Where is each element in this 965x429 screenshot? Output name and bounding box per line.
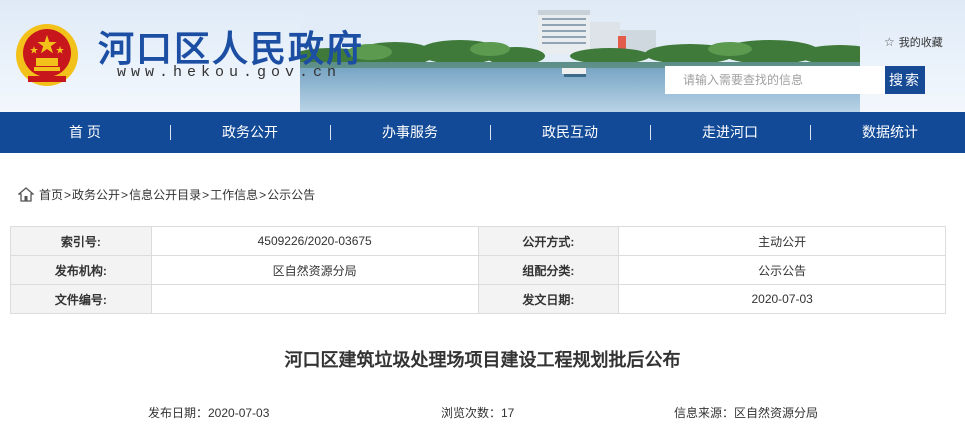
main-nav: 首 页 政务公开 办事服务 政民互动 走进河口 数据统计: [0, 112, 965, 153]
breadcrumb-separator: >: [121, 187, 129, 202]
category-label: 组配分类:: [477, 255, 620, 285]
breadcrumb-info-catalog[interactable]: 信息公开目录: [129, 186, 201, 203]
favorites-label: 我的收藏: [898, 37, 943, 49]
search-button[interactable]: 搜索: [885, 66, 925, 94]
breadcrumb-separator: >: [202, 187, 210, 202]
document-number-label: 文件编号:: [10, 284, 152, 314]
table-row: 发布机构: 区自然资源分局 组配分类: 公示公告: [10, 255, 946, 285]
info-source: 信息来源：区自然资源分局: [674, 406, 819, 420]
location-icon: [18, 186, 34, 202]
issuing-agency-value: 区自然资源分局: [150, 255, 479, 285]
article-title: 河口区建筑垃圾处理场项目建设工程规划批后公布: [284, 350, 681, 371]
nav-item-about-hekou[interactable]: 走进河口: [650, 112, 810, 153]
view-count: 浏览次数：17: [441, 406, 515, 420]
site-header: 河口区人民政府 www.hekou.gov.cn ☆ 我的收藏 搜索: [0, 0, 965, 112]
breadcrumb-home[interactable]: 首页: [39, 186, 63, 203]
national-emblem-logo: [16, 24, 78, 86]
table-row: 文件编号: 发文日期: 2020-07-03: [10, 284, 946, 314]
nav-item-home[interactable]: 首 页: [0, 112, 170, 153]
issue-date-label: 发文日期:: [477, 284, 620, 314]
breadcrumb-notices[interactable]: 公示公告: [267, 186, 315, 203]
breadcrumb: 首页 > 政务公开 > 信息公开目录 > 工作信息 > 公示公告: [18, 186, 315, 203]
nav-item-statistics[interactable]: 数据统计: [810, 112, 965, 153]
site-url: www.hekou.gov.cn: [117, 64, 342, 81]
nav-item-interaction[interactable]: 政民互动: [490, 112, 650, 153]
disclosure-method-value: 主动公开: [618, 226, 946, 256]
banner-scenery-image: [300, 0, 860, 112]
index-number-label: 索引号:: [10, 226, 152, 256]
star-icon: ☆: [884, 35, 895, 49]
nav-item-government-affairs[interactable]: 政务公开: [170, 112, 330, 153]
document-info-table: 索引号: 4509226/2020-03675 公开方式: 主动公开 发布机构:…: [10, 226, 946, 314]
publish-date: 发布日期：2020-07-03: [148, 406, 270, 420]
breadcrumb-separator: >: [259, 187, 267, 202]
nav-item-services[interactable]: 办事服务: [330, 112, 490, 153]
issuing-agency-label: 发布机构:: [10, 255, 152, 285]
issue-date-value: 2020-07-03: [618, 284, 946, 314]
breadcrumb-separator: >: [64, 187, 72, 202]
breadcrumb-work-info[interactable]: 工作信息: [210, 186, 258, 203]
search-input[interactable]: [665, 66, 885, 94]
disclosure-method-label: 公开方式:: [477, 226, 620, 256]
breadcrumb-government-affairs[interactable]: 政务公开: [72, 186, 120, 203]
category-value: 公示公告: [618, 255, 946, 285]
document-number-value: [150, 284, 479, 314]
table-row: 索引号: 4509226/2020-03675 公开方式: 主动公开: [10, 226, 946, 256]
index-number-value: 4509226/2020-03675: [150, 226, 479, 256]
my-favorites-link[interactable]: ☆ 我的收藏: [884, 34, 943, 50]
